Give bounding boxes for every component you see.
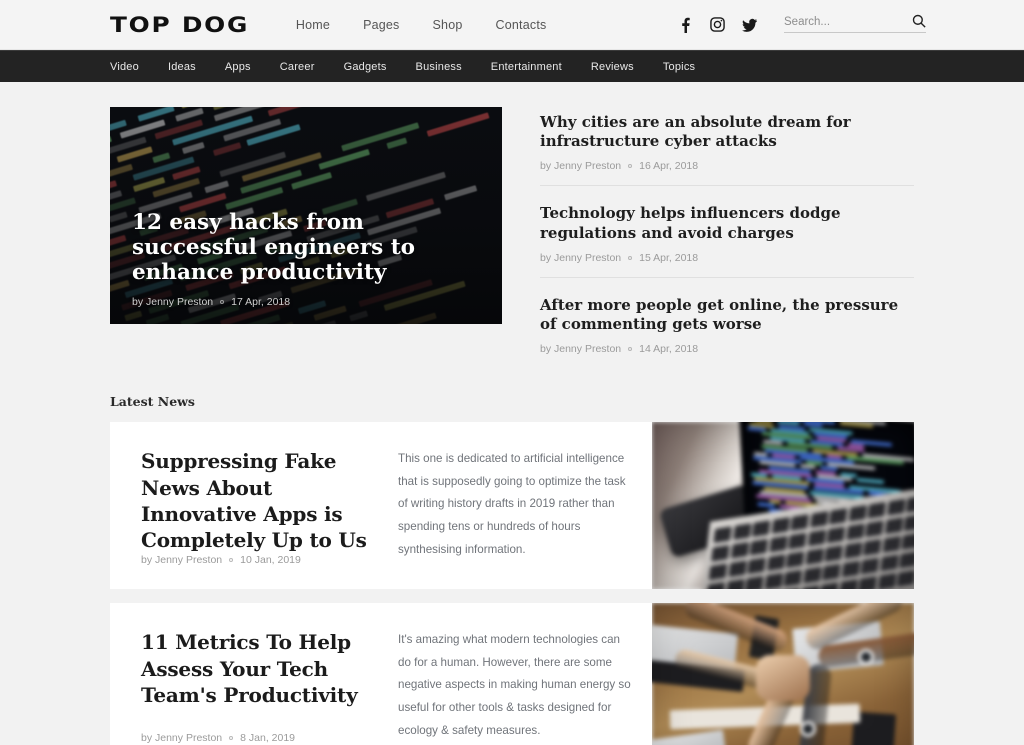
catnav-item-ideas[interactable]: Ideas xyxy=(168,61,196,73)
hero-article[interactable]: 12 easy hacks from successful engineers … xyxy=(110,107,502,324)
news-card-image xyxy=(652,603,914,745)
news-card-author: by Jenny Preston xyxy=(141,553,223,566)
news-card-date: 8 Jan, 2019 xyxy=(240,732,296,745)
hero-title[interactable]: 12 easy hacks from successful engineers … xyxy=(132,210,482,285)
news-card-excerpt: It's amazing what modern technologies ca… xyxy=(398,633,631,737)
main-menu: Home Pages Shop Contacts xyxy=(296,18,547,32)
twitter-icon[interactable] xyxy=(742,17,757,33)
featured-item-date: 14 Apr, 2018 xyxy=(639,343,699,356)
catnav-item-video[interactable]: Video xyxy=(110,61,139,73)
featured-item-author: by Jenny Preston xyxy=(540,160,622,173)
news-card-body: 11 Metrics To Help Assess Your Tech Team… xyxy=(110,603,652,745)
news-card-author: by Jenny Preston xyxy=(141,732,223,745)
site-header: TOP DOG Home Pages Shop Contacts xyxy=(0,0,1024,50)
catnav-item-apps[interactable]: Apps xyxy=(225,61,251,73)
hero-text: 12 easy hacks from successful engineers … xyxy=(132,210,482,308)
facebook-icon[interactable] xyxy=(678,17,693,33)
page-content: 12 easy hacks from successful engineers … xyxy=(0,107,1024,745)
site-logo[interactable]: TOP DOG xyxy=(110,13,249,37)
featured-item-meta: by Jenny Preston 15 Apr, 2018 xyxy=(540,252,914,264)
featured-item-date: 16 Apr, 2018 xyxy=(639,160,699,173)
catnav-item-entertainment[interactable]: Entertainment xyxy=(491,61,562,73)
featured-item-meta: by Jenny Preston 14 Apr, 2018 xyxy=(540,343,914,355)
separator-dot-icon xyxy=(628,164,633,169)
news-card[interactable]: Suppressing Fake News About Innovative A… xyxy=(110,422,914,590)
menu-item-shop[interactable]: Shop xyxy=(433,18,463,32)
catnav-item-career[interactable]: Career xyxy=(280,61,315,73)
catnav-item-reviews[interactable]: Reviews xyxy=(591,61,634,73)
news-card-title[interactable]: 11 Metrics To Help Assess Your Tech Team… xyxy=(141,629,393,708)
separator-dot-icon xyxy=(628,255,633,260)
featured-item-meta: by Jenny Preston 16 Apr, 2018 xyxy=(540,160,914,172)
news-card-excerpt: This one is dedicated to artificial inte… xyxy=(398,452,626,556)
separator-dot-icon xyxy=(220,300,225,304)
menu-item-home[interactable]: Home xyxy=(296,18,330,32)
catnav-item-business[interactable]: Business xyxy=(416,61,462,73)
news-card-title[interactable]: Suppressing Fake News About Innovative A… xyxy=(141,448,393,554)
news-card-meta: by Jenny Preston 8 Jan, 2019 xyxy=(141,732,393,745)
featured-list: Why cities are an absolute dream for inf… xyxy=(540,107,914,368)
featured-item[interactable]: Technology helps influencers dodge regul… xyxy=(540,185,914,276)
featured-section: 12 easy hacks from successful engineers … xyxy=(110,107,914,368)
featured-item-title[interactable]: Technology helps influencers dodge regul… xyxy=(540,204,914,242)
social-links xyxy=(678,17,757,33)
separator-dot-icon xyxy=(229,557,234,562)
featured-item-title[interactable]: Why cities are an absolute dream for inf… xyxy=(540,113,914,151)
hero-author: by Jenny Preston xyxy=(132,296,214,308)
category-nav: Video Ideas Apps Career Gadgets Business… xyxy=(0,50,1024,82)
search-input[interactable] xyxy=(784,16,902,28)
catnav-item-gadgets[interactable]: Gadgets xyxy=(344,61,387,73)
featured-item-author: by Jenny Preston xyxy=(540,343,622,356)
news-card-left: Suppressing Fake News About Innovative A… xyxy=(141,448,393,589)
news-card-image xyxy=(652,422,914,590)
latest-news-heading: Latest News xyxy=(110,394,195,410)
menu-item-contacts[interactable]: Contacts xyxy=(496,18,547,32)
featured-item-title[interactable]: After more people get online, the pressu… xyxy=(540,296,914,334)
header-right xyxy=(678,14,926,33)
featured-item[interactable]: After more people get online, the pressu… xyxy=(540,276,914,368)
menu-item-pages[interactable]: Pages xyxy=(363,18,399,32)
hero-date: 17 Apr, 2018 xyxy=(231,296,291,308)
catnav-item-topics[interactable]: Topics xyxy=(663,61,695,73)
separator-dot-icon xyxy=(628,347,633,352)
hero-meta: by Jenny Preston 17 Apr, 2018 xyxy=(132,296,482,308)
featured-item-date: 15 Apr, 2018 xyxy=(639,251,699,264)
search-icon[interactable] xyxy=(912,14,926,31)
news-card-body: Suppressing Fake News About Innovative A… xyxy=(110,422,652,589)
featured-item-author: by Jenny Preston xyxy=(540,251,622,264)
search-box[interactable] xyxy=(784,14,926,33)
featured-item[interactable]: Why cities are an absolute dream for inf… xyxy=(540,113,914,185)
news-card-left: 11 Metrics To Help Assess Your Tech Team… xyxy=(141,629,393,745)
news-card-date: 10 Jan, 2019 xyxy=(240,553,301,566)
news-card[interactable]: 11 Metrics To Help Assess Your Tech Team… xyxy=(110,603,914,745)
separator-dot-icon xyxy=(229,736,234,741)
instagram-icon[interactable] xyxy=(710,17,725,33)
news-card-meta: by Jenny Preston 10 Jan, 2019 xyxy=(141,554,393,592)
